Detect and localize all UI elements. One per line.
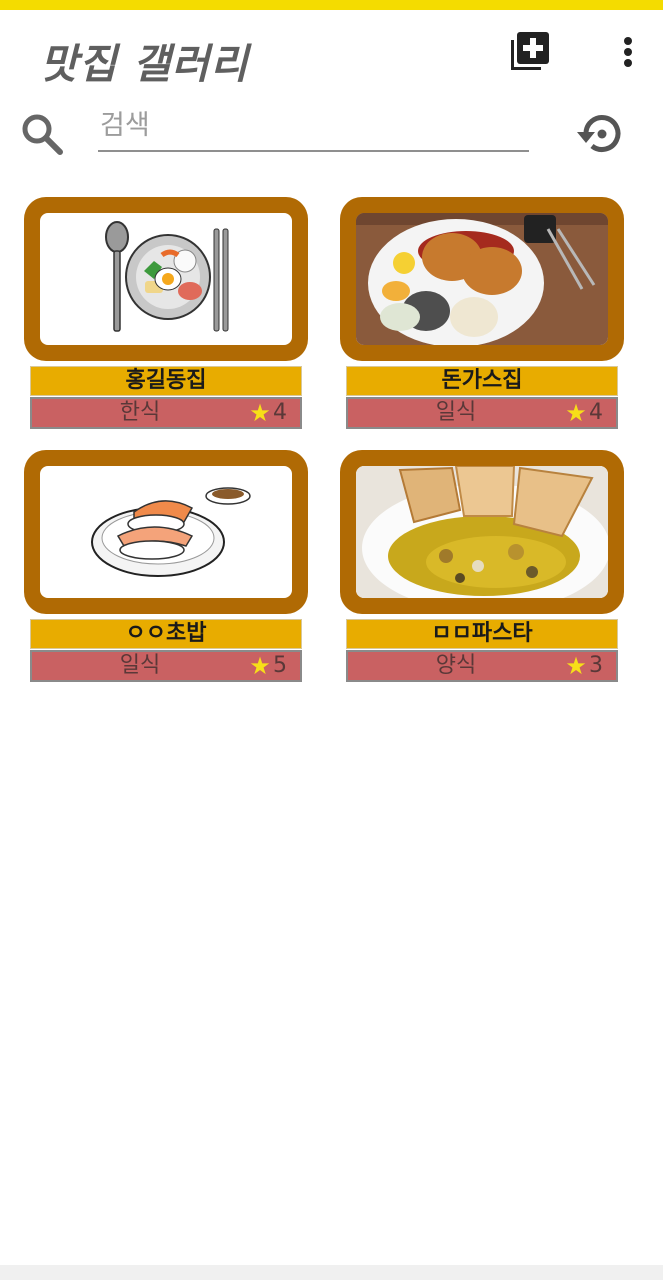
sushi-illustration: [40, 466, 292, 598]
more-options-button[interactable]: [610, 32, 646, 72]
restaurant-name: ㅁㅁ파스타: [346, 619, 618, 649]
restaurant-category: 한식: [119, 400, 161, 425]
star-icon: ★: [565, 399, 587, 427]
search-input[interactable]: [98, 104, 529, 152]
restaurant-name: 홍길동집: [30, 366, 302, 396]
star-icon: ★: [249, 652, 271, 680]
restaurant-meta: 한식 ★ 4: [30, 397, 302, 429]
bibimbap-illustration: [40, 213, 292, 345]
pasta-photo: [356, 466, 608, 598]
restaurant-rating: 3: [589, 653, 603, 678]
restaurant-meta: 일식 ★ 4: [346, 397, 618, 429]
reset-search-button[interactable]: [574, 108, 626, 160]
app-title: 맛집 갤러리: [40, 40, 249, 88]
tonkatsu-photo: [356, 213, 608, 345]
restaurant-category: 일식: [119, 653, 161, 678]
restaurant-rating: 5: [273, 653, 287, 678]
restaurant-name: ㅇㅇ초밥: [30, 619, 302, 649]
restaurant-meta: 일식 ★ 5: [30, 650, 302, 682]
restaurant-rating: 4: [273, 400, 287, 425]
restaurant-rating: 4: [589, 400, 603, 425]
search-icon: [18, 110, 66, 158]
restaurant-category: 양식: [435, 653, 477, 678]
navigation-bar: [0, 1265, 663, 1280]
status-bar-strip: [0, 0, 663, 10]
restore-icon: [577, 115, 621, 152]
restaurant-name: 돈가스집: [346, 366, 618, 396]
restaurant-meta: 양식 ★ 3: [346, 650, 618, 682]
restaurant-category: 일식: [435, 400, 477, 425]
star-icon: ★: [565, 652, 587, 680]
add-restaurant-button[interactable]: [505, 28, 553, 76]
library-add-icon: [511, 32, 549, 70]
more-vertical-icon: [624, 37, 632, 67]
star-icon: ★: [249, 399, 271, 427]
restaurant-gallery-screen: 맛집 갤러리 검색 홍길동집 한식 ★ 4 돈가스집 일식 ★ 4 ㅇㅇ초밥 일…: [0, 0, 663, 1280]
